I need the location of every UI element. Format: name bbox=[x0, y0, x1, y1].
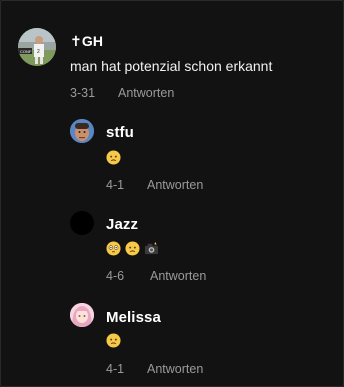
anime-girl-avatar-image bbox=[70, 303, 94, 327]
man-face-avatar[interactable] bbox=[70, 119, 94, 143]
reply-date: 4-6 bbox=[106, 269, 125, 283]
reply-button[interactable]: Antworten bbox=[150, 269, 206, 283]
reply-username[interactable]: Melissa bbox=[106, 309, 161, 326]
soccer-player-avatar-image: CONF 2 bbox=[18, 28, 56, 66]
man-face-avatar-image bbox=[70, 119, 94, 143]
worried-face-icon bbox=[106, 150, 121, 165]
camera-flash-icon bbox=[144, 241, 159, 255]
flushed-face-icon bbox=[106, 241, 121, 256]
svg-text:CONF: CONF bbox=[20, 49, 32, 54]
comment-text: man hat potenzial schon erkannt bbox=[70, 58, 273, 74]
reply-username[interactable]: stfu bbox=[106, 124, 134, 141]
reply-button[interactable]: Antworten bbox=[147, 178, 203, 192]
worried-face-icon bbox=[125, 241, 140, 256]
reply-button[interactable]: Antworten bbox=[147, 362, 203, 376]
soccer-player-avatar[interactable]: CONF 2 bbox=[18, 28, 56, 66]
svg-text:2: 2 bbox=[37, 49, 40, 55]
worried-face-icon bbox=[106, 333, 121, 348]
reply-date: 4-1 bbox=[106, 178, 125, 192]
reply-emoji-row bbox=[106, 150, 121, 165]
anime-girl-avatar[interactable] bbox=[70, 303, 94, 327]
reply-username[interactable]: Jazz bbox=[106, 216, 138, 233]
black-circle-avatar[interactable] bbox=[70, 211, 94, 235]
reply-date: 4-1 bbox=[106, 362, 125, 376]
reply-emoji-row bbox=[106, 241, 159, 256]
comment-date: 3-31 bbox=[70, 86, 96, 100]
reply-emoji-row bbox=[106, 333, 121, 348]
comment-username[interactable]: ✝GH bbox=[70, 33, 103, 50]
reply-button[interactable]: Antworten bbox=[118, 86, 174, 100]
comment-thread-panel: CONF 2 ✝GH man hat potenzial schon erkan… bbox=[0, 0, 344, 387]
